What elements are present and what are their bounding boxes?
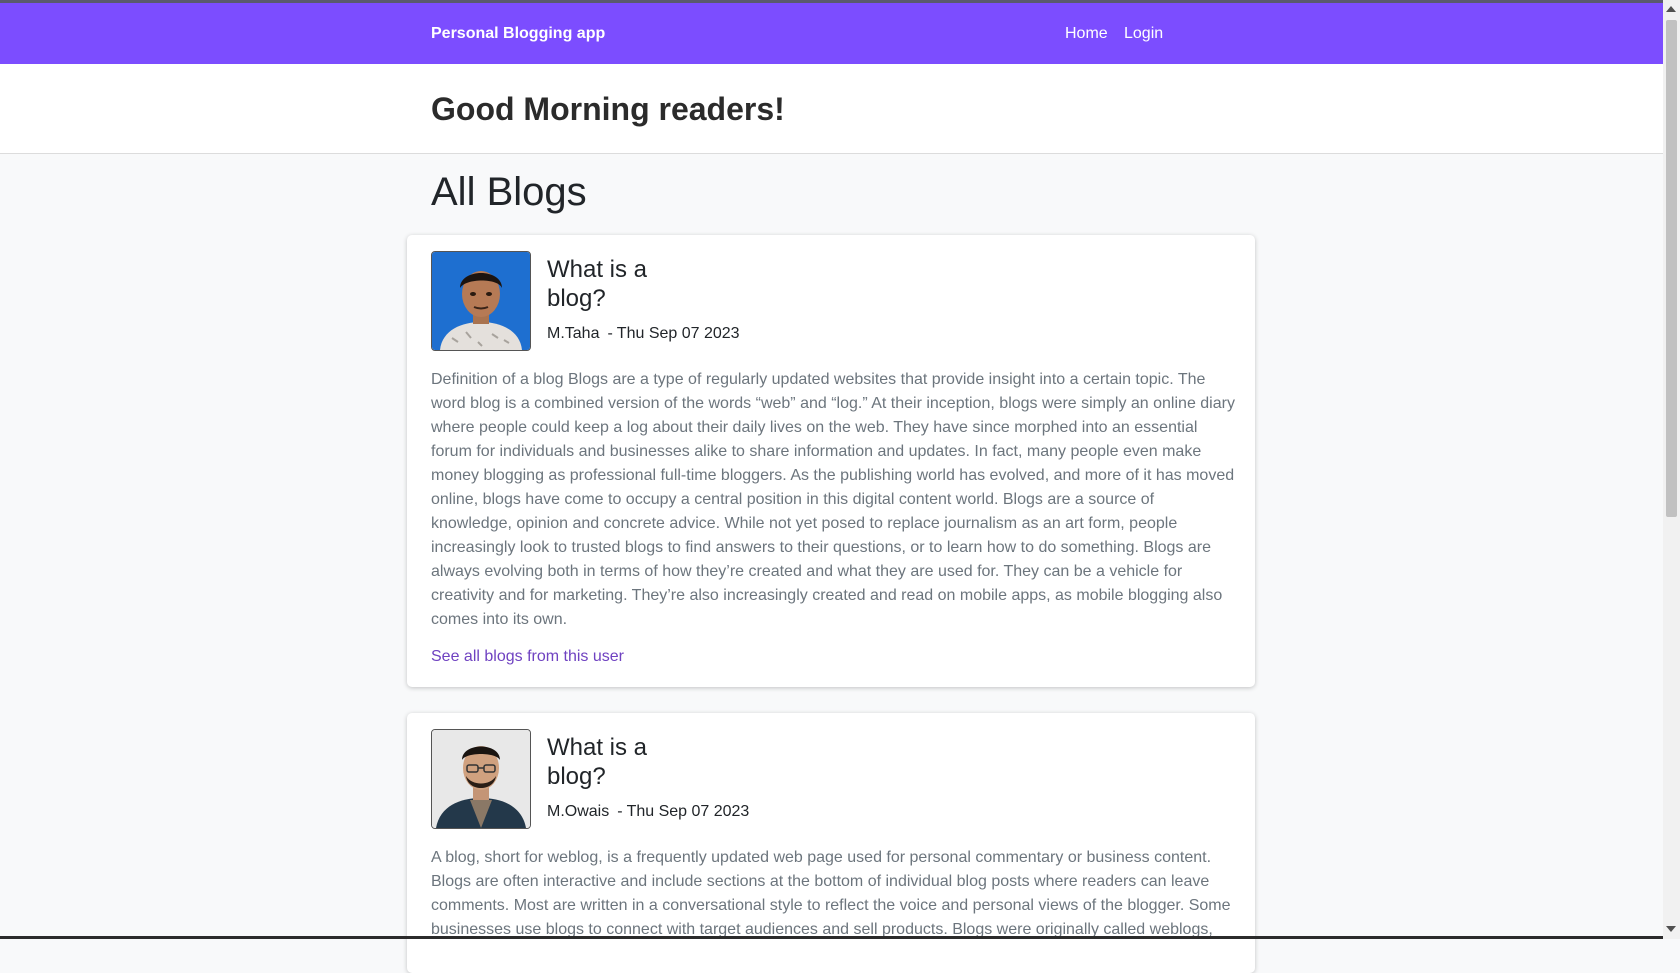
scroll-down-arrow-icon[interactable] [1666,926,1676,932]
post-date: Thu Sep 07 2023 [616,325,740,342]
meta-separator: - [607,325,613,342]
post-author: M.Owais [547,803,610,820]
navbar: Personal Blogging app Home Login [0,3,1663,64]
nav-link-login[interactable]: Login [1124,25,1163,43]
avatar-photo-icon [432,730,530,828]
meta-separator: - [617,803,623,820]
navbar-brand[interactable]: Personal Blogging app [431,25,605,43]
post-body: Definition of a blog Blogs are a type of… [431,371,1235,628]
post-meta: M.Taha - Thu Sep 07 2023 [547,325,740,343]
blog-card: What is a blog? M.Owais - Thu Sep 07 2023 … [407,713,1255,973]
page-scrollbar[interactable] [1663,0,1680,939]
post-body: A blog, short for weblog, is a frequentl… [431,849,1231,938]
author-avatar [431,251,531,351]
scrollbar-thumb[interactable] [1666,20,1677,517]
post-date: Thu Sep 07 2023 [626,803,750,820]
post-meta: M.Owais - Thu Sep 07 2023 [547,803,749,821]
greeting-heading: Good Morning readers! [431,91,785,127]
blog-card: What is a blog? M.Taha - Thu Sep 07 2023 D… [407,235,1255,687]
nav-link-home[interactable]: Home [1065,25,1108,43]
page-title: All Blogs [431,170,587,214]
post-title[interactable]: What is a blog? [547,733,687,791]
greeting-bar: Good Morning readers! [0,64,1663,154]
author-avatar [431,729,531,829]
see-all-blogs-link[interactable]: See all blogs from this user [431,648,624,666]
avatar-photo-icon [432,252,530,350]
post-author: M.Taha [547,325,600,342]
post-title[interactable]: What is a blog? [547,255,687,313]
scroll-up-arrow-icon[interactable] [1666,6,1676,12]
